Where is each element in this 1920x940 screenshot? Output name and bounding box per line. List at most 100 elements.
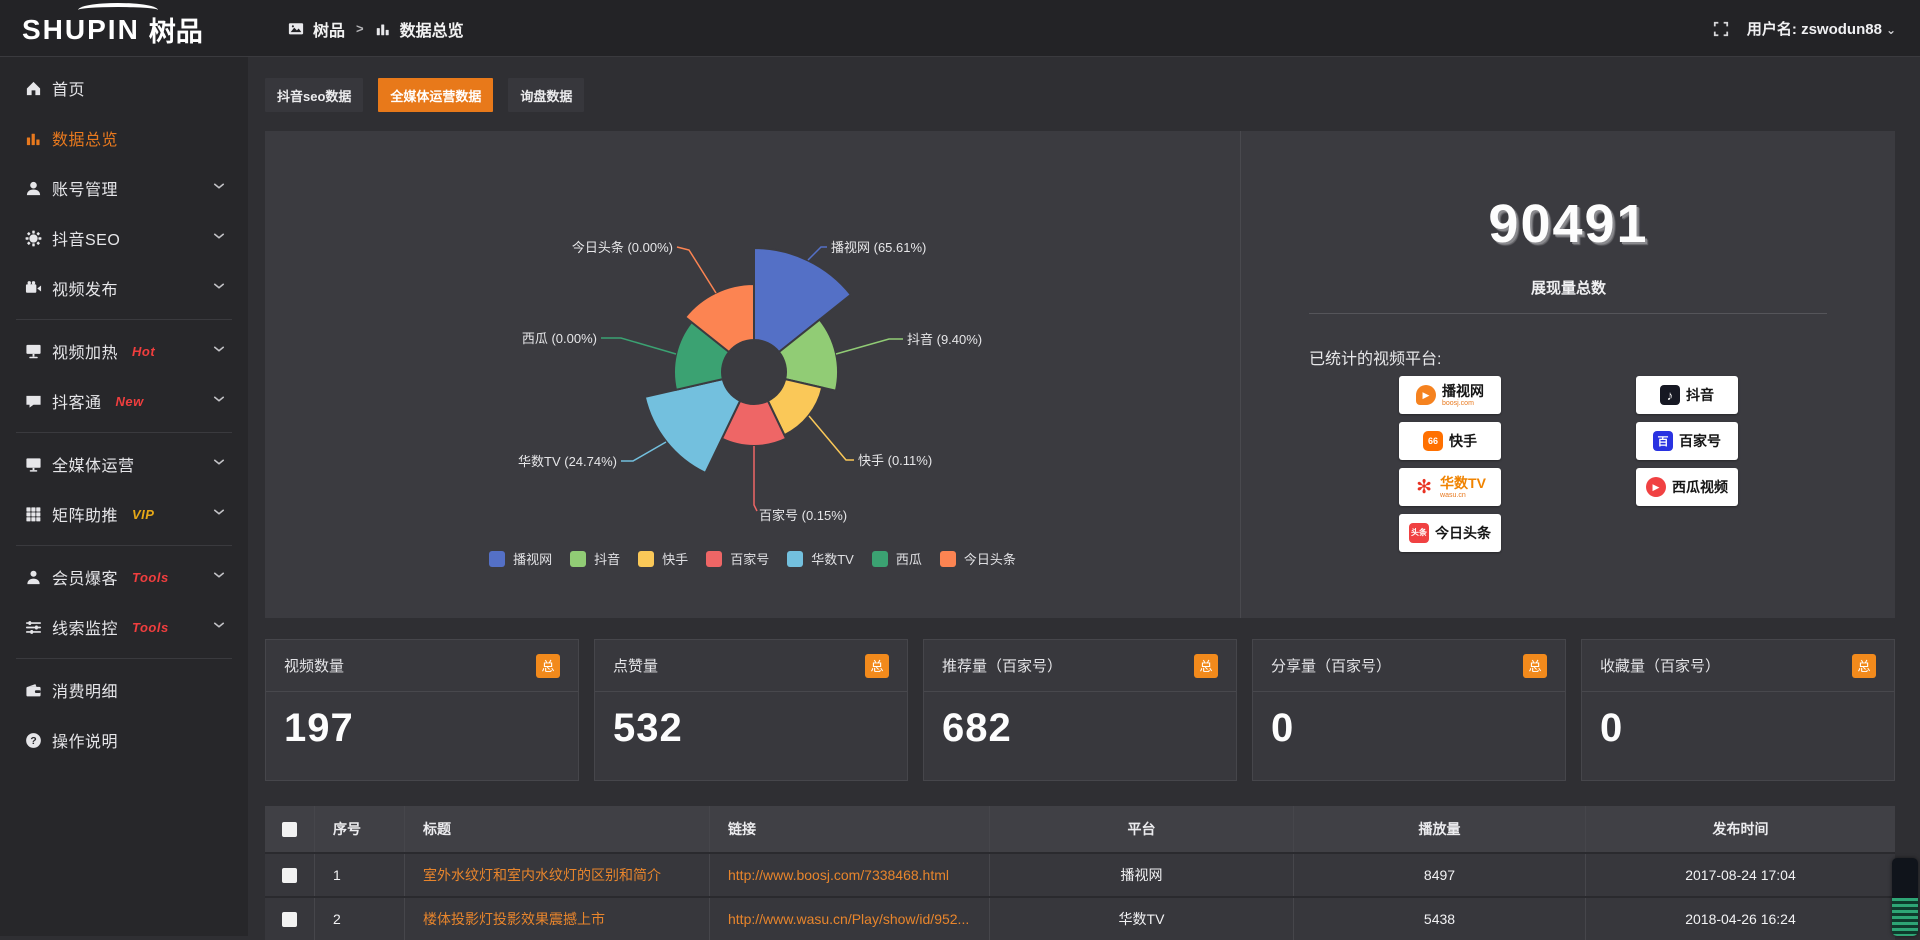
row-checkbox[interactable] bbox=[282, 912, 297, 927]
sidebar-item-badge: VIP bbox=[132, 507, 154, 522]
baijiahao-icon: 百 bbox=[1653, 431, 1673, 451]
username-dropdown[interactable]: 用户名: zswodun88⌄ bbox=[1747, 18, 1896, 39]
chat-bubble-icon bbox=[25, 393, 42, 410]
sidebar-item-2[interactable]: 数据总览 bbox=[0, 113, 248, 163]
platform-subtext: boosj.com bbox=[1442, 400, 1484, 407]
sliders-icon bbox=[25, 619, 42, 636]
sidebar-item-badge: Tools bbox=[132, 570, 169, 585]
legend-item-西瓜[interactable]: 西瓜 bbox=[872, 549, 922, 568]
platform-badge-百家号[interactable]: 百百家号 bbox=[1636, 422, 1738, 460]
cell-url-link[interactable]: http://www.wasu.cn/Play/show/id/952... bbox=[728, 911, 969, 927]
pie-label-line bbox=[621, 442, 666, 461]
sidebar-item-13[interactable]: ?操作说明 bbox=[0, 715, 248, 765]
platform-subtext: wasu.cn bbox=[1440, 492, 1486, 499]
total-badge[interactable]: 总 bbox=[865, 654, 889, 678]
sidebar-item-5[interactable]: 视频发布 bbox=[0, 263, 248, 313]
sidebar-item-4[interactable]: 抖音SEO bbox=[0, 213, 248, 263]
stat-card-value: 0 bbox=[1582, 692, 1894, 751]
stat-card-2: 点赞量总532 bbox=[594, 639, 908, 781]
sidebar-item-11[interactable]: 线索监控Tools bbox=[0, 602, 248, 652]
cell-title-link[interactable]: 楼体投影灯投影效果震撼上市 bbox=[423, 909, 605, 929]
pie-label-line bbox=[836, 339, 903, 354]
legend-swatch bbox=[489, 551, 505, 567]
chart-legend: 播视网抖音快手百家号华数TV 西瓜今日头条 bbox=[265, 549, 1240, 568]
legend-item-华数TV[interactable]: 华数TV bbox=[787, 549, 854, 568]
sidebar-item-12[interactable]: 消费明细 bbox=[0, 665, 248, 715]
legend-item-今日头条[interactable]: 今日头条 bbox=[940, 549, 1016, 568]
stat-card-value: 197 bbox=[266, 692, 578, 751]
sidebar-item-10[interactable]: 会员爆客Tools bbox=[0, 552, 248, 602]
app-logo[interactable]: SHUPIN 树品 bbox=[22, 10, 203, 49]
tab-bar: 抖音seo数据全媒体运营数据询盘数据 bbox=[265, 78, 584, 112]
cell-url-link[interactable]: http://www.boosj.com/7338468.html bbox=[728, 867, 949, 883]
pie-label-西瓜: 西瓜 (0.00%) bbox=[522, 331, 597, 346]
pie-label-快手: 快手 (0.11%) bbox=[858, 453, 932, 468]
user-icon bbox=[25, 180, 42, 197]
row-checkbox[interactable] bbox=[282, 868, 297, 883]
floating-widget-top bbox=[1892, 858, 1918, 898]
pie-chart: 播视网 (65.61%)抖音 (9.40%)快手 (0.11%)百家号 (0.1… bbox=[265, 131, 1240, 618]
total-badge[interactable]: 总 bbox=[1194, 654, 1218, 678]
platform-badge-抖音[interactable]: ♪抖音 bbox=[1636, 376, 1738, 414]
platform-badge-播视网[interactable]: ▶播视网boosj.com bbox=[1399, 376, 1501, 414]
breadcrumb-separator: > bbox=[356, 21, 364, 36]
legend-swatch bbox=[872, 551, 888, 567]
total-badge[interactable]: 总 bbox=[1523, 654, 1547, 678]
sidebar-item-8[interactable]: 全媒体运营 bbox=[0, 439, 248, 489]
floating-widget[interactable] bbox=[1892, 858, 1918, 936]
sidebar-divider bbox=[16, 658, 232, 659]
tab-2[interactable]: 全媒体运营数据 bbox=[378, 78, 493, 112]
stat-card-header: 收藏量（百家号）总 bbox=[1582, 640, 1894, 692]
platform-badge-西瓜视频[interactable]: ▶西瓜视频 bbox=[1636, 468, 1738, 506]
platform-name: 百家号 bbox=[1679, 434, 1721, 448]
platform-badge-快手[interactable]: 66快手 bbox=[1399, 422, 1501, 460]
topbar: SHUPIN 树品 树品 > 数据总览 用户名: zswodun88⌄ bbox=[0, 0, 1920, 57]
platform-badge-华数TV[interactable]: ✻华数TVwasu.cn bbox=[1399, 468, 1501, 506]
summary-section: 90491 展现量总数 已统计的视频平台: ▶播视网boosj.com♪抖音66… bbox=[1240, 131, 1895, 618]
sidebar-item-6[interactable]: 视频加热Hot bbox=[0, 326, 248, 376]
tab-3[interactable]: 询盘数据 bbox=[508, 78, 584, 112]
sidebar-item-badge: Hot bbox=[132, 344, 155, 359]
select-all-checkbox[interactable] bbox=[282, 822, 297, 837]
pie-label-今日头条: 今日头条 (0.00%) bbox=[572, 240, 673, 255]
fullscreen-icon[interactable] bbox=[1713, 21, 1729, 37]
sidebar-item-badge: New bbox=[116, 394, 144, 409]
stat-card-label: 推荐量（百家号） bbox=[942, 655, 1062, 676]
legend-item-播视网[interactable]: 播视网 bbox=[489, 549, 552, 568]
sidebar-item-1[interactable]: 首页 bbox=[0, 63, 248, 113]
cell-published: 2017-08-24 17:04 bbox=[1685, 867, 1796, 883]
sidebar-item-3[interactable]: 账号管理 bbox=[0, 163, 248, 213]
breadcrumb-item-root[interactable]: 树品 bbox=[313, 17, 345, 41]
stat-card-value: 0 bbox=[1253, 692, 1565, 751]
legend-item-百家号[interactable]: 百家号 bbox=[706, 549, 769, 568]
chevron-down-icon bbox=[212, 393, 226, 407]
total-badge[interactable]: 总 bbox=[536, 654, 560, 678]
chevron-down-icon bbox=[212, 569, 226, 583]
tab-1[interactable]: 抖音seo数据 bbox=[265, 78, 363, 112]
legend-item-快手[interactable]: 快手 bbox=[638, 549, 688, 568]
stat-card-header: 视频数量 总 bbox=[266, 640, 578, 692]
legend-label: 西瓜 bbox=[896, 549, 922, 568]
platform-badge-今日头条[interactable]: 头条今日头条 bbox=[1399, 514, 1501, 552]
pie-slice-华数TV[interactable] bbox=[645, 379, 740, 473]
breadcrumb-item-current[interactable]: 数据总览 bbox=[400, 17, 464, 41]
sidebar-divider bbox=[16, 319, 232, 320]
chevron-down-icon bbox=[212, 569, 226, 583]
stat-card-label: 分享量（百家号） bbox=[1271, 655, 1391, 676]
sidebar-item-label: 线索监控 bbox=[52, 615, 118, 639]
sidebar-item-9[interactable]: 矩阵助推VIP bbox=[0, 489, 248, 539]
wasu-burst-icon: ✻ bbox=[1414, 477, 1434, 497]
sidebar-item-7[interactable]: 抖客通New bbox=[0, 376, 248, 426]
column-header: 序号 bbox=[333, 819, 361, 839]
legend-item-抖音[interactable]: 抖音 bbox=[570, 549, 620, 568]
column-header: 标题 bbox=[423, 819, 451, 839]
table-row-1: 1室外水纹灯和室内水纹灯的区别和简介http://www.boosj.com/7… bbox=[265, 852, 1895, 896]
sidebar-item-label: 账号管理 bbox=[52, 176, 118, 200]
cell-title-link[interactable]: 室外水纹灯和室内水纹灯的区别和简介 bbox=[423, 865, 661, 885]
total-badge[interactable]: 总 bbox=[1852, 654, 1876, 678]
chevron-down-icon bbox=[212, 180, 226, 194]
grid-icon bbox=[25, 506, 42, 523]
legend-swatch bbox=[570, 551, 586, 567]
pie-label-播视网: 播视网 (65.61%) bbox=[831, 240, 926, 255]
stat-card-label: 视频数量 bbox=[284, 655, 344, 676]
